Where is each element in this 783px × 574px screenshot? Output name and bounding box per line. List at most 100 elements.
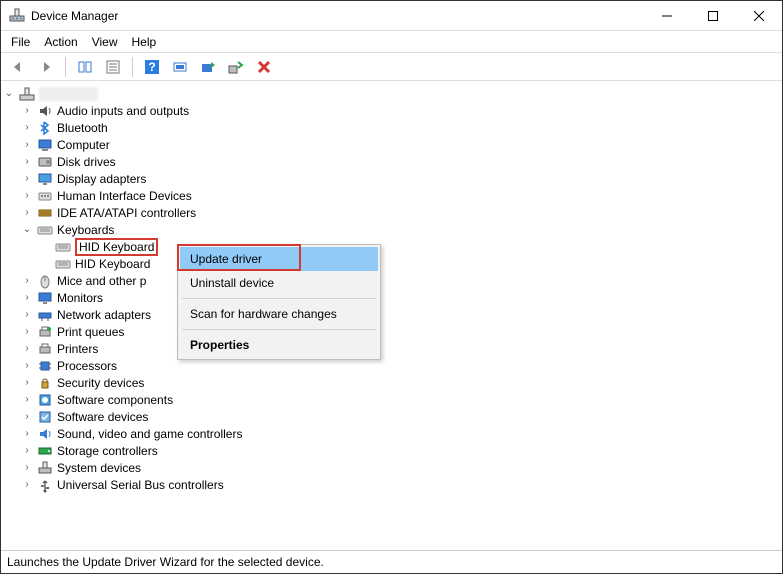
- tree-node[interactable]: › Print queues: [21, 323, 780, 340]
- chevron-right-icon[interactable]: ›: [21, 156, 33, 168]
- tree-node-label: Universal Serial Bus controllers: [57, 478, 224, 492]
- disable-button[interactable]: [253, 56, 275, 78]
- update-driver-button[interactable]: [197, 56, 219, 78]
- tree-node[interactable]: › Audio inputs and outputs: [21, 102, 780, 119]
- chevron-right-icon[interactable]: ›: [21, 173, 33, 185]
- chevron-down-icon[interactable]: ⌄: [21, 224, 33, 236]
- tree-node-label: IDE ATA/ATAPI controllers: [57, 206, 196, 220]
- tree-node[interactable]: › Software devices: [21, 408, 780, 425]
- tree-node[interactable]: › Mice and other p: [21, 272, 780, 289]
- context-menu-item[interactable]: Update driver: [180, 247, 378, 271]
- chevron-right-icon[interactable]: ›: [21, 411, 33, 423]
- tree-node[interactable]: › Security devices: [21, 374, 780, 391]
- sound-icon: [37, 426, 53, 442]
- tree-node[interactable]: › Processors: [21, 357, 780, 374]
- toolbar-separator: [132, 57, 133, 77]
- context-menu: Update driverUninstall device Scan for ha…: [177, 244, 381, 360]
- chevron-right-icon[interactable]: ›: [21, 326, 33, 338]
- chevron-right-icon[interactable]: ›: [21, 462, 33, 474]
- chevron-down-icon[interactable]: ⌄: [3, 88, 15, 100]
- chevron-right-icon[interactable]: ›: [21, 394, 33, 406]
- menu-action[interactable]: Action: [44, 35, 77, 49]
- mouse-icon: [37, 273, 53, 289]
- chevron-right-icon[interactable]: ›: [21, 479, 33, 491]
- tree-node-label: Mice and other p: [57, 274, 146, 288]
- menu-help[interactable]: Help: [132, 35, 157, 49]
- chevron-right-icon[interactable]: ›: [21, 445, 33, 457]
- computer-icon: [37, 137, 53, 153]
- statusbar-text: Launches the Update Driver Wizard for th…: [7, 555, 324, 569]
- properties-button[interactable]: [102, 56, 124, 78]
- chevron-right-icon[interactable]: ›: [21, 207, 33, 219]
- tree-node[interactable]: › Bluetooth: [21, 119, 780, 136]
- tree-node-label: Keyboards: [57, 223, 114, 237]
- menu-file[interactable]: File: [11, 35, 30, 49]
- context-menu-item[interactable]: Scan for hardware changes: [180, 302, 378, 326]
- network-icon: [37, 307, 53, 323]
- close-button[interactable]: [736, 1, 782, 31]
- tree-root-node[interactable]: ⌄: [3, 85, 780, 102]
- tree-node-label: Bluetooth: [57, 121, 108, 135]
- tree-leaf-node[interactable]: HID Keyboard: [39, 238, 780, 255]
- back-icon: [10, 59, 26, 75]
- chevron-right-icon[interactable]: ›: [21, 360, 33, 372]
- chevron-right-icon[interactable]: ›: [21, 105, 33, 117]
- help-button[interactable]: ?: [141, 56, 163, 78]
- forward-button[interactable]: [35, 56, 57, 78]
- bluetooth-icon: [37, 120, 53, 136]
- app-icon: [9, 8, 25, 24]
- chevron-right-icon[interactable]: ›: [21, 190, 33, 202]
- tree-node[interactable]: › Universal Serial Bus controllers: [21, 476, 780, 493]
- tree-node[interactable]: › Display adapters: [21, 170, 780, 187]
- uninstall-button[interactable]: [225, 56, 247, 78]
- close-icon: [754, 11, 764, 21]
- tree-node[interactable]: › Human Interface Devices: [21, 187, 780, 204]
- tree-node[interactable]: › Monitors: [21, 289, 780, 306]
- tree-node[interactable]: › Computer: [21, 136, 780, 153]
- cpu-icon: [37, 358, 53, 374]
- tree-node[interactable]: › Storage controllers: [21, 442, 780, 459]
- device-tree-pane: ⌄ › Audio inputs and outputs › Bluetooth…: [1, 81, 782, 551]
- tree-node[interactable]: ⌄ Keyboards: [21, 221, 780, 238]
- tree-node[interactable]: › Disk drives: [21, 153, 780, 170]
- context-menu-item[interactable]: Uninstall device: [180, 271, 378, 295]
- chevron-right-icon[interactable]: ›: [21, 139, 33, 151]
- chevron-right-icon[interactable]: ›: [21, 275, 33, 287]
- softdev-icon: [37, 409, 53, 425]
- tree-node[interactable]: › System devices: [21, 459, 780, 476]
- tree-node[interactable]: › Sound, video and game controllers: [21, 425, 780, 442]
- chevron-right-icon[interactable]: ›: [21, 122, 33, 134]
- chevron-right-icon[interactable]: ›: [21, 292, 33, 304]
- svg-text:?: ?: [148, 60, 155, 74]
- scan-hardware-button[interactable]: [169, 56, 191, 78]
- tree-node-label: Computer: [57, 138, 110, 152]
- storage-icon: [37, 443, 53, 459]
- chevron-right-icon[interactable]: ›: [21, 343, 33, 355]
- tree-node-label: Sound, video and game controllers: [57, 427, 242, 441]
- minimize-button[interactable]: [644, 1, 690, 31]
- back-button[interactable]: [7, 56, 29, 78]
- show-hide-console-button[interactable]: [74, 56, 96, 78]
- printer-icon: [37, 341, 53, 357]
- tree-node-label: Printers: [57, 342, 98, 356]
- tree-node-label: Display adapters: [57, 172, 146, 186]
- chevron-right-icon[interactable]: ›: [21, 377, 33, 389]
- maximize-button[interactable]: [690, 1, 736, 31]
- menu-view[interactable]: View: [92, 35, 118, 49]
- tree-node[interactable]: › Printers: [21, 340, 780, 357]
- minimize-icon: [662, 11, 672, 21]
- tree-node[interactable]: › IDE ATA/ATAPI controllers: [21, 204, 780, 221]
- tree-node[interactable]: › Network adapters: [21, 306, 780, 323]
- tree-node-label: Software components: [57, 393, 173, 407]
- tree-node-label: Security devices: [57, 376, 144, 390]
- tree-node[interactable]: › Software components: [21, 391, 780, 408]
- chevron-right-icon[interactable]: ›: [21, 428, 33, 440]
- context-menu-item[interactable]: Properties: [180, 333, 378, 357]
- tree-leaf-node[interactable]: HID Keyboard: [39, 255, 780, 272]
- console-icon: [77, 59, 93, 75]
- monitor-icon: [37, 290, 53, 306]
- window-title: Device Manager: [31, 9, 118, 23]
- keyboard-icon: [55, 256, 71, 272]
- chevron-right-icon[interactable]: ›: [21, 309, 33, 321]
- forward-icon: [38, 59, 54, 75]
